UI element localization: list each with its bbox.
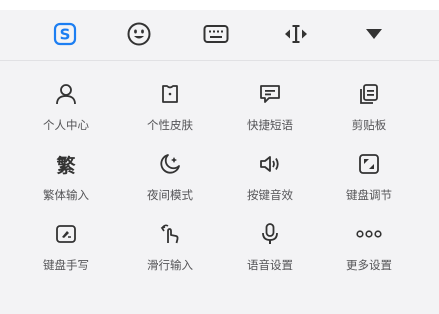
swipe-input-item[interactable]: 滑行输入 — [120, 221, 220, 281]
speaker-icon — [257, 151, 283, 177]
chat-bubble-icon — [257, 81, 283, 107]
cursor-move-button[interactable] — [276, 10, 316, 58]
keyboard-adjust-item[interactable]: 键盘调节 — [319, 151, 419, 211]
more-dots-icon — [356, 221, 382, 247]
swipe-input-label: 滑行输入 — [147, 258, 193, 272]
top-strip — [0, 0, 439, 10]
resize-icon — [356, 151, 382, 177]
quick-phrase-item[interactable]: 快捷短语 — [220, 81, 320, 141]
cursor-move-icon — [283, 22, 309, 46]
clipboard-icon — [356, 81, 382, 107]
traditional-input-item[interactable]: 繁 繁体输入 — [16, 151, 116, 211]
microphone-icon — [257, 221, 283, 247]
more-settings-item[interactable]: 更多设置 — [319, 221, 419, 281]
clipboard-item[interactable]: 剪贴板 — [319, 81, 419, 141]
key-sound-item[interactable]: 按键音效 — [220, 151, 320, 211]
more-settings-label: 更多设置 — [346, 258, 392, 272]
personal-center-label: 个人中心 — [43, 118, 89, 132]
handwriting-icon — [53, 221, 79, 247]
quick-phrase-label: 快捷短语 — [247, 118, 293, 132]
person-icon — [53, 81, 79, 107]
keyboard-button[interactable] — [196, 10, 236, 58]
night-mode-item[interactable]: 夜间模式 — [120, 151, 220, 211]
key-sound-label: 按键音效 — [247, 188, 293, 202]
handwriting-label: 键盘手写 — [43, 258, 89, 272]
keyboard-adjust-label: 键盘调节 — [346, 188, 392, 202]
emoji-icon — [126, 21, 152, 47]
sogou-logo-button[interactable]: S — [45, 10, 85, 58]
collapse-triangle-icon — [364, 27, 384, 41]
function-panel: 个人中心 个性皮肤 快捷短语 剪贴板 繁 繁体输入 夜间模式 按键音效 键盘调节… — [0, 61, 439, 314]
personal-center-item[interactable]: 个人中心 — [16, 81, 116, 141]
clipboard-label: 剪贴板 — [351, 118, 387, 132]
keyboard-icon — [203, 24, 229, 44]
traditional-input-label: 繁体输入 — [43, 188, 89, 202]
skin-icon — [157, 81, 183, 107]
personal-skin-label: 个性皮肤 — [147, 118, 193, 132]
voice-settings-item[interactable]: 语音设置 — [220, 221, 320, 281]
voice-settings-label: 语音设置 — [247, 258, 293, 272]
emoji-button[interactable] — [119, 10, 159, 58]
moon-icon — [157, 151, 183, 177]
svg-text:S: S — [60, 26, 71, 44]
personal-skin-item[interactable]: 个性皮肤 — [120, 81, 220, 141]
sogou-logo-icon: S — [53, 22, 77, 46]
swipe-hand-icon — [157, 221, 183, 247]
keyboard-toolbar: S — [0, 10, 439, 61]
collapse-keyboard-button[interactable] — [354, 10, 394, 58]
night-mode-label: 夜间模式 — [147, 188, 193, 202]
handwriting-item[interactable]: 键盘手写 — [16, 221, 116, 281]
traditional-char-icon: 繁 — [56, 154, 76, 177]
